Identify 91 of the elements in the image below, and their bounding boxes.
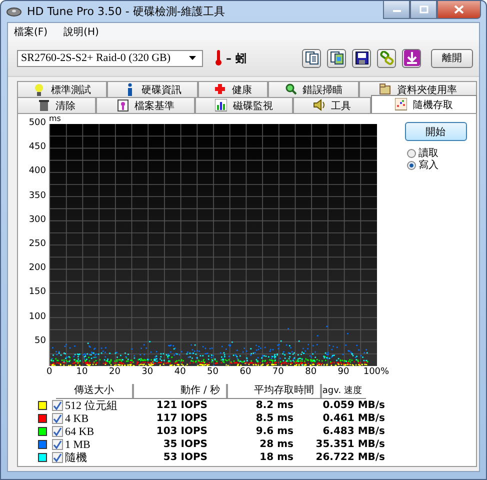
bulb-icon — [33, 83, 45, 96]
checkbox[interactable] — [52, 400, 63, 411]
copy-image-icon[interactable] — [327, 48, 346, 68]
exit-button[interactable]: 離開 — [431, 48, 473, 68]
radio-label: 寫入 — [418, 158, 439, 172]
table-cell-text: 103 IOPS — [155, 426, 208, 437]
tab[interactable]: 工具 — [293, 97, 371, 113]
checkbox[interactable] — [52, 439, 63, 450]
table-cell-text: 18 ms — [258, 452, 294, 463]
y-axis-label: 400 — [28, 166, 46, 178]
trash-icon — [38, 99, 50, 112]
y-axis-unit: ms — [49, 114, 62, 124]
table-cell-text: 8.2 ms — [254, 400, 294, 411]
caret-icon — [189, 56, 196, 60]
x-axis-label: 80 — [304, 366, 318, 378]
tab[interactable]: 健康 — [198, 81, 268, 97]
y-axis-label: 500 — [28, 118, 46, 130]
x-axis-label: 60 — [238, 366, 252, 378]
table-cell-text: 53 IOPS — [162, 452, 208, 463]
checkbox[interactable] — [52, 413, 63, 424]
close-button[interactable] — [437, 1, 481, 19]
y-axis-label: 200 — [28, 263, 46, 276]
checkbox[interactable] — [52, 426, 63, 437]
tab[interactable]: 錯誤掃瞄 — [268, 81, 359, 97]
temperature-reading: – 蚓 — [226, 50, 246, 66]
table-cell-text: 26.722 MB/s — [314, 452, 385, 463]
transfer-size-label: 4 KB — [65, 412, 89, 424]
column-header: 傳送大小 — [73, 384, 115, 398]
x-axis-label: 100% — [362, 366, 390, 378]
transfer-size-label: 1 MB — [65, 438, 90, 450]
search-icon — [284, 83, 296, 96]
table-cell-text: 8.5 ms — [254, 413, 294, 424]
table-cell-text: 9.6 ms — [254, 426, 294, 437]
table-cell-text: 121 IOPS — [155, 400, 208, 411]
transfer-size-label: 64 KB — [65, 426, 94, 438]
scatter-icon — [395, 98, 407, 111]
table-cell-text: 0.461 MB/s — [322, 413, 385, 424]
radio-button[interactable] — [406, 148, 416, 158]
x-axis-label: 30 — [140, 366, 154, 378]
minimize-button[interactable] — [383, 1, 410, 19]
thermometer-icon — [215, 50, 222, 66]
tab[interactable]: 磁碟監視 — [195, 97, 293, 113]
y-axis-label: 250 — [28, 238, 46, 251]
speaker-icon — [313, 99, 325, 112]
radio-label: 讀取 — [418, 146, 439, 160]
x-axis-label: 70 — [271, 366, 285, 378]
y-axis-label: 300 — [28, 214, 46, 227]
y-axis-label: 100 — [28, 312, 46, 324]
x-axis-label: 20 — [108, 366, 122, 378]
tab[interactable]: 隨機存取 — [371, 95, 477, 113]
table-cell-text: 6.483 MB/s — [322, 426, 385, 437]
drive-dropdown[interactable]: SR2760-2S-S2+ Raid-0 (320 GB) — [17, 50, 203, 66]
column-header: 動作 / 秒 — [132, 384, 226, 398]
table-cell-text: 35 IOPS — [162, 439, 208, 450]
radio-button[interactable] — [406, 160, 416, 170]
window-title: HD Tune Pro 3.50 - 硬碟檢測-維護工具 — [27, 4, 225, 19]
maximize-button[interactable] — [410, 1, 437, 19]
table-cell-text: 117 IOPS — [155, 413, 208, 424]
x-axis-label: 40 — [173, 366, 187, 378]
table-cell-text: 35.351 MB/s — [314, 439, 385, 450]
close-icon — [454, 5, 464, 14]
transfer-size-label: 隨機 — [65, 451, 87, 465]
column-header: 平均存取時間 — [226, 384, 320, 398]
x-axis-label: 0 — [45, 366, 54, 378]
checkbox[interactable] — [52, 452, 63, 463]
menu-item[interactable]: 檔案(F) — [12, 24, 50, 38]
tab[interactable]: 硬碟資訊 — [107, 81, 198, 97]
tab[interactable]: 標準測試 — [17, 81, 107, 97]
x-axis-label: 10 — [75, 366, 89, 378]
table-cell-text: 28 ms — [258, 439, 294, 450]
y-axis-label: 350 — [28, 190, 46, 203]
column-header: agv. 速度 — [320, 384, 366, 398]
menu-item[interactable]: 說明(H) — [62, 24, 101, 38]
x-axis-label: 90 — [336, 366, 350, 378]
y-axis-label: 150 — [28, 287, 46, 300]
start-button[interactable]: 開始 — [404, 122, 467, 141]
download-icon[interactable] — [402, 48, 421, 68]
copy-icon[interactable] — [302, 48, 321, 68]
y-axis-label: 50 — [34, 336, 46, 348]
table-cell-text: 0.059 MB/s — [322, 400, 385, 411]
transfer-size-label: 512 位元組 — [65, 399, 118, 413]
tab[interactable]: 清除 — [17, 97, 96, 113]
y-axis-label: 450 — [28, 142, 46, 154]
tab[interactable]: 檔案基準 — [96, 97, 195, 113]
cross-icon — [214, 83, 226, 96]
folder-icon — [379, 83, 391, 96]
maximize-icon — [418, 5, 428, 14]
disk-icon — [6, 6, 22, 18]
save-icon[interactable] — [352, 48, 371, 68]
chain-icon[interactable] — [377, 48, 396, 68]
x-axis-label: 50 — [206, 366, 220, 378]
